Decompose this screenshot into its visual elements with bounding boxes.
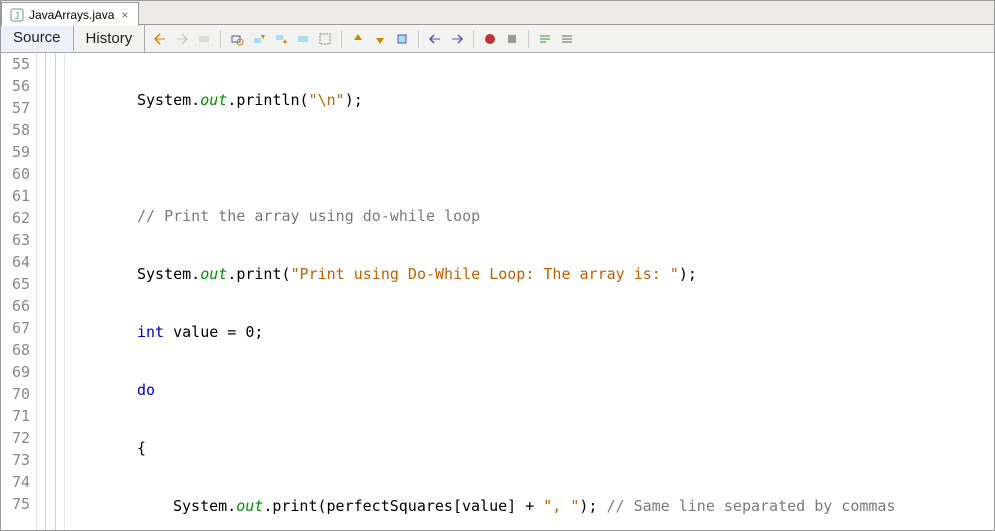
toggle-bookmark-icon[interactable] (393, 30, 411, 48)
line-number: 68 (7, 339, 30, 361)
line-number: 55 (7, 53, 30, 75)
toolbar-separator (341, 30, 342, 48)
fold-bar[interactable] (37, 53, 65, 530)
toolbar-separator (528, 30, 529, 48)
editor-toolbar (145, 30, 576, 48)
code-area[interactable]: System.out.println("\n"); // Print the a… (65, 53, 895, 530)
line-number: 71 (7, 405, 30, 427)
toggle-highlight-icon[interactable] (294, 30, 312, 48)
line-number: 72 (7, 427, 30, 449)
toolbar-separator (220, 30, 221, 48)
line-number: 74 (7, 471, 30, 493)
line-number: 69 (7, 361, 30, 383)
subtabs: Source History (1, 25, 145, 52)
find-next-icon[interactable] (272, 30, 290, 48)
file-tab[interactable]: J JavaArrays.java × (1, 2, 139, 26)
next-bookmark-icon[interactable] (371, 30, 389, 48)
shift-left-icon[interactable] (426, 30, 444, 48)
line-number: 63 (7, 229, 30, 251)
line-number: 57 (7, 97, 30, 119)
find-prev-icon[interactable] (250, 30, 268, 48)
line-number: 60 (7, 163, 30, 185)
nav-last-edit-icon[interactable] (195, 30, 213, 48)
line-number: 56 (7, 75, 30, 97)
nav-forward-icon[interactable] (173, 30, 191, 48)
macro-stop-icon[interactable] (503, 30, 521, 48)
uncomment-icon[interactable] (558, 30, 576, 48)
line-number: 73 (7, 449, 30, 471)
code-editor[interactable]: 5556575859606162636465666768697071727374… (1, 53, 994, 530)
file-tab-label: JavaArrays.java (29, 8, 114, 22)
line-number: 64 (7, 251, 30, 273)
find-selection-icon[interactable] (228, 30, 246, 48)
line-number: 75 (7, 493, 30, 515)
macro-record-icon[interactable] (481, 30, 499, 48)
line-number: 70 (7, 383, 30, 405)
comment-icon[interactable] (536, 30, 554, 48)
line-number: 65 (7, 273, 30, 295)
line-number-gutter: 5556575859606162636465666768697071727374… (1, 53, 37, 530)
prev-bookmark-icon[interactable] (349, 30, 367, 48)
close-tab-icon[interactable]: × (119, 8, 130, 22)
shift-right-icon[interactable] (448, 30, 466, 48)
tab-source[interactable]: Source (1, 25, 74, 52)
line-number: 58 (7, 119, 30, 141)
line-number: 67 (7, 317, 30, 339)
line-number: 59 (7, 141, 30, 163)
file-tabstrip: J JavaArrays.java × (1, 1, 994, 25)
line-number: 61 (7, 185, 30, 207)
toolbar-separator (418, 30, 419, 48)
nav-back-icon[interactable] (151, 30, 169, 48)
line-number: 62 (7, 207, 30, 229)
line-number: 66 (7, 295, 30, 317)
toolbar-separator (473, 30, 474, 48)
tab-history[interactable]: History (74, 25, 146, 52)
java-file-icon: J (10, 8, 24, 22)
toggle-rect-select-icon[interactable] (316, 30, 334, 48)
editor-subtab-row: Source History (1, 25, 994, 53)
svg-text:J: J (14, 12, 19, 22)
